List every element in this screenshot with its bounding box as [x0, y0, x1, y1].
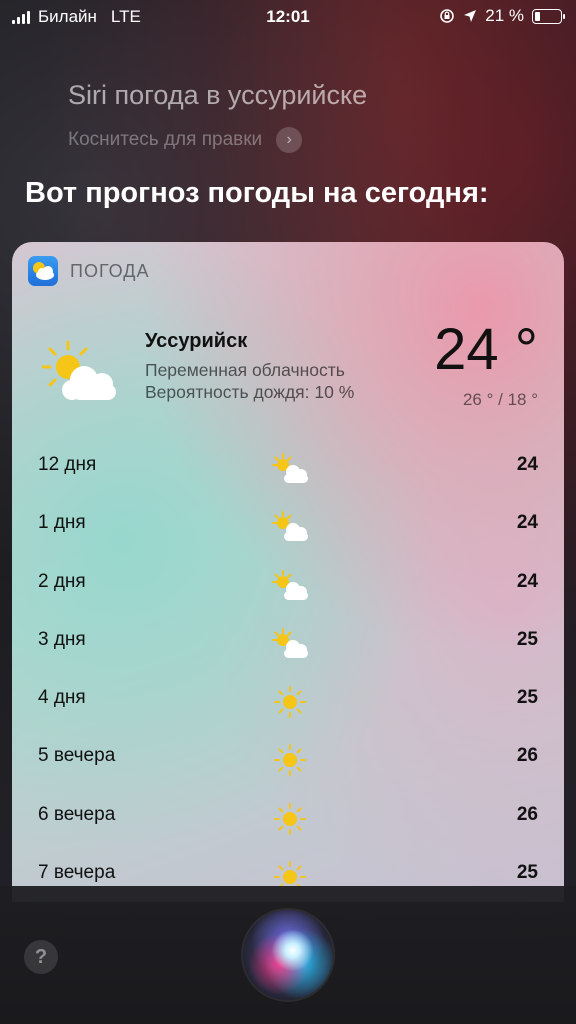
- location-arrow-icon: [464, 10, 477, 22]
- help-button[interactable]: ?: [24, 940, 58, 974]
- app-label: ПОГОДА: [70, 260, 150, 281]
- sun-icon: [270, 685, 310, 724]
- hour-temperature: 25: [516, 687, 538, 709]
- rain-chance: Вероятность дождя: 10 %: [145, 382, 355, 402]
- hour-temperature: 24: [516, 570, 538, 592]
- hour-label: 2 дня: [38, 570, 86, 592]
- siri-orb-button[interactable]: [243, 910, 333, 1000]
- hourly-forecast: 12 дня 24 1 дня 24 2 дня 24 3 дня 25 4 дня 25 5 ве…: [12, 438, 564, 902]
- partly-cloudy-icon: [270, 569, 310, 608]
- sun-icon: [270, 802, 310, 841]
- chevron-right-icon[interactable]: ›: [276, 127, 303, 153]
- hour-label: 7 вечера: [38, 862, 116, 884]
- siri-answer: Вот прогноз погоды на сегодня:: [25, 177, 489, 209]
- hour-label: 3 дня: [38, 628, 86, 650]
- hour-label: 5 вечера: [38, 745, 116, 767]
- hour-label: 4 дня: [38, 687, 86, 709]
- condition-text: Переменная облачность: [145, 360, 345, 380]
- status-bar: Билайн LTE 12:01 21 %: [0, 0, 576, 34]
- rotation-lock-icon: [440, 9, 455, 23]
- siri-query[interactable]: Siri погода в уссурийске: [68, 80, 367, 111]
- hourly-row: 4 дня 25: [12, 671, 564, 729]
- hourly-row: 5 вечера 26: [12, 729, 564, 787]
- sun-icon: [270, 743, 310, 782]
- edit-hint-label: Коснитесь для правки: [68, 129, 263, 150]
- hourly-row: 12 дня 24: [12, 438, 564, 496]
- partly-cloudy-icon: [270, 627, 310, 666]
- partly-cloudy-icon: [42, 340, 116, 400]
- battery-icon: [532, 8, 565, 24]
- hour-label: 1 дня: [38, 512, 86, 534]
- partly-cloudy-icon: [270, 452, 310, 491]
- edit-hint[interactable]: Коснитесь для правки ›: [68, 127, 303, 153]
- hourly-row: 3 дня 25: [12, 613, 564, 671]
- hour-temperature: 25: [516, 628, 538, 650]
- hour-label: 12 дня: [38, 454, 97, 475]
- battery-percent: 21 %: [485, 6, 524, 25]
- weather-card[interactable]: ПОГОДА Уссурийск Переменная облачность В…: [12, 242, 564, 902]
- hour-temperature: 24: [516, 454, 538, 475]
- hourly-row: 6 вечера 26: [12, 788, 564, 846]
- card-header: ПОГОДА: [28, 256, 149, 286]
- partly-cloudy-icon: [270, 510, 310, 549]
- hour-temperature: 26: [516, 803, 538, 825]
- weather-app-icon: [28, 256, 58, 286]
- hourly-row: 1 дня 24: [12, 496, 564, 554]
- hour-temperature: 24: [516, 512, 538, 534]
- hour-temperature: 26: [516, 745, 538, 767]
- temperature-range: 26 ° / 18 °: [462, 390, 538, 409]
- hourly-row: 2 дня 24: [12, 555, 564, 613]
- hour-temperature: 25: [516, 862, 538, 884]
- hour-label: 6 вечера: [38, 803, 116, 825]
- current-temperature: 24 °: [434, 317, 538, 382]
- city-name: Уссурийск: [145, 330, 248, 352]
